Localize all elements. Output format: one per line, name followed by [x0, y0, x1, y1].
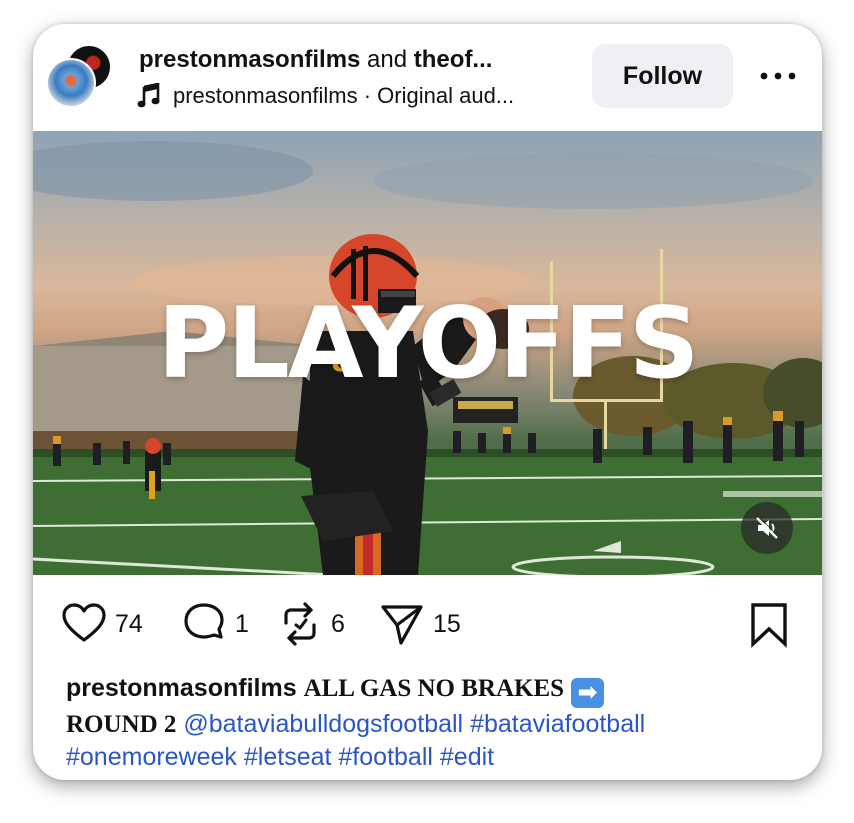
hashtag-onemoreweek[interactable]: #onemoreweek: [66, 743, 237, 771]
avatar[interactable]: [46, 42, 112, 108]
hashtag-letseat[interactable]: #letseat: [244, 743, 332, 771]
authors-joiner: and: [360, 46, 414, 73]
follow-button[interactable]: Follow: [592, 44, 733, 108]
username-primary[interactable]: prestonmasonfilms: [139, 46, 360, 73]
caption-text-line2: ROUND 2: [66, 711, 177, 738]
like-count: 74: [115, 609, 143, 638]
mute-icon: [756, 516, 779, 539]
comment-button[interactable]: 1: [181, 602, 249, 646]
hashtag-edit[interactable]: #edit: [440, 743, 494, 771]
repost-button[interactable]: 6: [277, 602, 345, 646]
caption-text-line1: ALL GAS NO BRAKES: [303, 675, 565, 702]
bookmark-icon[interactable]: [749, 602, 789, 648]
mute-button[interactable]: [741, 502, 793, 554]
share-count: 15: [433, 609, 461, 638]
share-button[interactable]: 15: [379, 602, 461, 646]
comment-count: 1: [235, 609, 249, 638]
post-header: prestonmasonfilms and theof... prestonma…: [33, 24, 822, 131]
avatar-primary: [46, 58, 96, 108]
audio-attribution[interactable]: prestonmasonfilms · Original aud...: [137, 81, 587, 111]
post-card: prestonmasonfilms and theof... prestonma…: [33, 24, 822, 780]
caption-username[interactable]: prestonmasonfilms: [66, 674, 297, 702]
like-button[interactable]: 74: [61, 602, 143, 646]
repost-icon: [284, 602, 316, 646]
arrow-right-icon: ➡: [571, 678, 605, 708]
share-icon: [381, 605, 423, 645]
post-authors[interactable]: prestonmasonfilms and theof...: [139, 44, 579, 76]
username-secondary[interactable]: theof...: [414, 46, 493, 73]
video-overlay-text: PLAYOFFS: [157, 287, 700, 401]
post-video[interactable]: 8 PLAYOFFS: [33, 131, 822, 575]
post-caption: prestonmasonfilms ALL GAS NO BRAKES ➡ RO…: [66, 672, 796, 773]
hashtag-football[interactable]: #football: [338, 743, 433, 771]
comment-icon: [184, 603, 224, 639]
heart-icon: [62, 603, 106, 642]
more-icon[interactable]: [757, 66, 799, 86]
hashtag-bataviafootball[interactable]: #bataviafootball: [470, 710, 645, 738]
action-bar: 74 1 6 15: [33, 575, 822, 670]
music-icon: [137, 83, 160, 108]
audio-label: prestonmasonfilms · Original aud...: [173, 83, 515, 108]
caption-mention[interactable]: @bataviabulldogsfootball: [183, 710, 463, 738]
repost-count: 6: [331, 609, 345, 638]
